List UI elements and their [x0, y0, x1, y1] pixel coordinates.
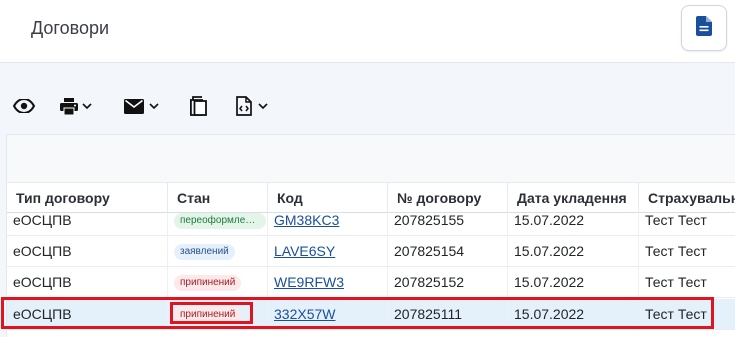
code-file-icon [236, 96, 252, 116]
document-icon [696, 15, 712, 41]
contract-code-link[interactable]: 332X57W [274, 306, 335, 322]
document-button[interactable] [681, 5, 727, 51]
status-badge: переоформлений [174, 213, 266, 230]
table-row[interactable]: еОСЦПВ заявлений LAVE6SY 207825154 15.07… [7, 236, 735, 267]
cell-insurer: Тест Тест [645, 274, 707, 290]
cell-status: припинений [168, 299, 268, 330]
grid-group-panel [7, 135, 735, 183]
column-header-number[interactable]: № договору [388, 183, 508, 213]
cell-code: 332X57W [268, 299, 388, 330]
cell-date: 15.07.2022 [508, 236, 639, 267]
cell-code: LAVE6SY [268, 236, 388, 267]
printer-icon [60, 97, 78, 115]
cell-insurer: Тест Тест [645, 306, 707, 322]
cell-insurer: Тест Тест [645, 243, 707, 259]
cell-date: 15.07.2022 [508, 267, 639, 298]
cell-status: заявлений [168, 236, 268, 267]
table-row[interactable]: еОСЦПВ припинений WE9RFW3 207825152 15.0… [7, 267, 735, 298]
cell-date: 15.07.2022 [508, 299, 639, 330]
contract-code-link[interactable]: LAVE6SY [274, 243, 335, 259]
column-header-insurer[interactable]: Страхувальник [639, 183, 735, 213]
copy-icon [190, 96, 207, 116]
table-header: Тип договору Стан Код № договору Дата ук… [7, 183, 735, 213]
cell-type: еОСЦПВ [7, 236, 168, 267]
contracts-table: Тип договору Стан Код № договору Дата ук… [6, 134, 735, 337]
cell-status: припинений [168, 267, 268, 298]
page-title: Договори [31, 18, 110, 38]
status-badge: заявлений [174, 244, 235, 261]
export-button[interactable] [236, 94, 268, 118]
table-row-selected[interactable]: еОСЦПВ припинений 332X57W 207825111 15.0… [7, 299, 735, 330]
column-header-status[interactable]: Стан [168, 183, 268, 213]
cell-number: 207825152 [388, 267, 508, 298]
column-header-date[interactable]: Дата укладення [508, 183, 639, 213]
top-bar: Договори [0, 0, 735, 63]
cell-code: WE9RFW3 [268, 267, 388, 298]
status-badge: припинений [174, 275, 242, 292]
print-button[interactable] [60, 94, 92, 118]
mail-icon [124, 98, 144, 114]
email-button[interactable] [124, 94, 159, 118]
chevron-down-icon [149, 103, 159, 109]
cell-number: 207825154 [388, 236, 508, 267]
status-badge: припинений [174, 307, 242, 324]
eye-icon [13, 99, 35, 113]
column-header-type[interactable]: Тип договору [7, 183, 168, 213]
contract-code-link[interactable]: WE9RFW3 [274, 274, 344, 290]
column-header-code[interactable]: Код [268, 183, 388, 213]
chevron-down-icon [82, 103, 92, 109]
view-button[interactable] [13, 94, 35, 118]
chevron-down-icon [258, 103, 268, 109]
contract-code-link[interactable]: GM38KC3 [274, 212, 339, 228]
cell-number: 207825111 [388, 299, 508, 330]
copy-button[interactable] [190, 94, 207, 118]
toolbar [0, 88, 735, 124]
cell-type: еОСЦПВ [7, 299, 168, 330]
cell-type: еОСЦПВ [7, 267, 168, 298]
